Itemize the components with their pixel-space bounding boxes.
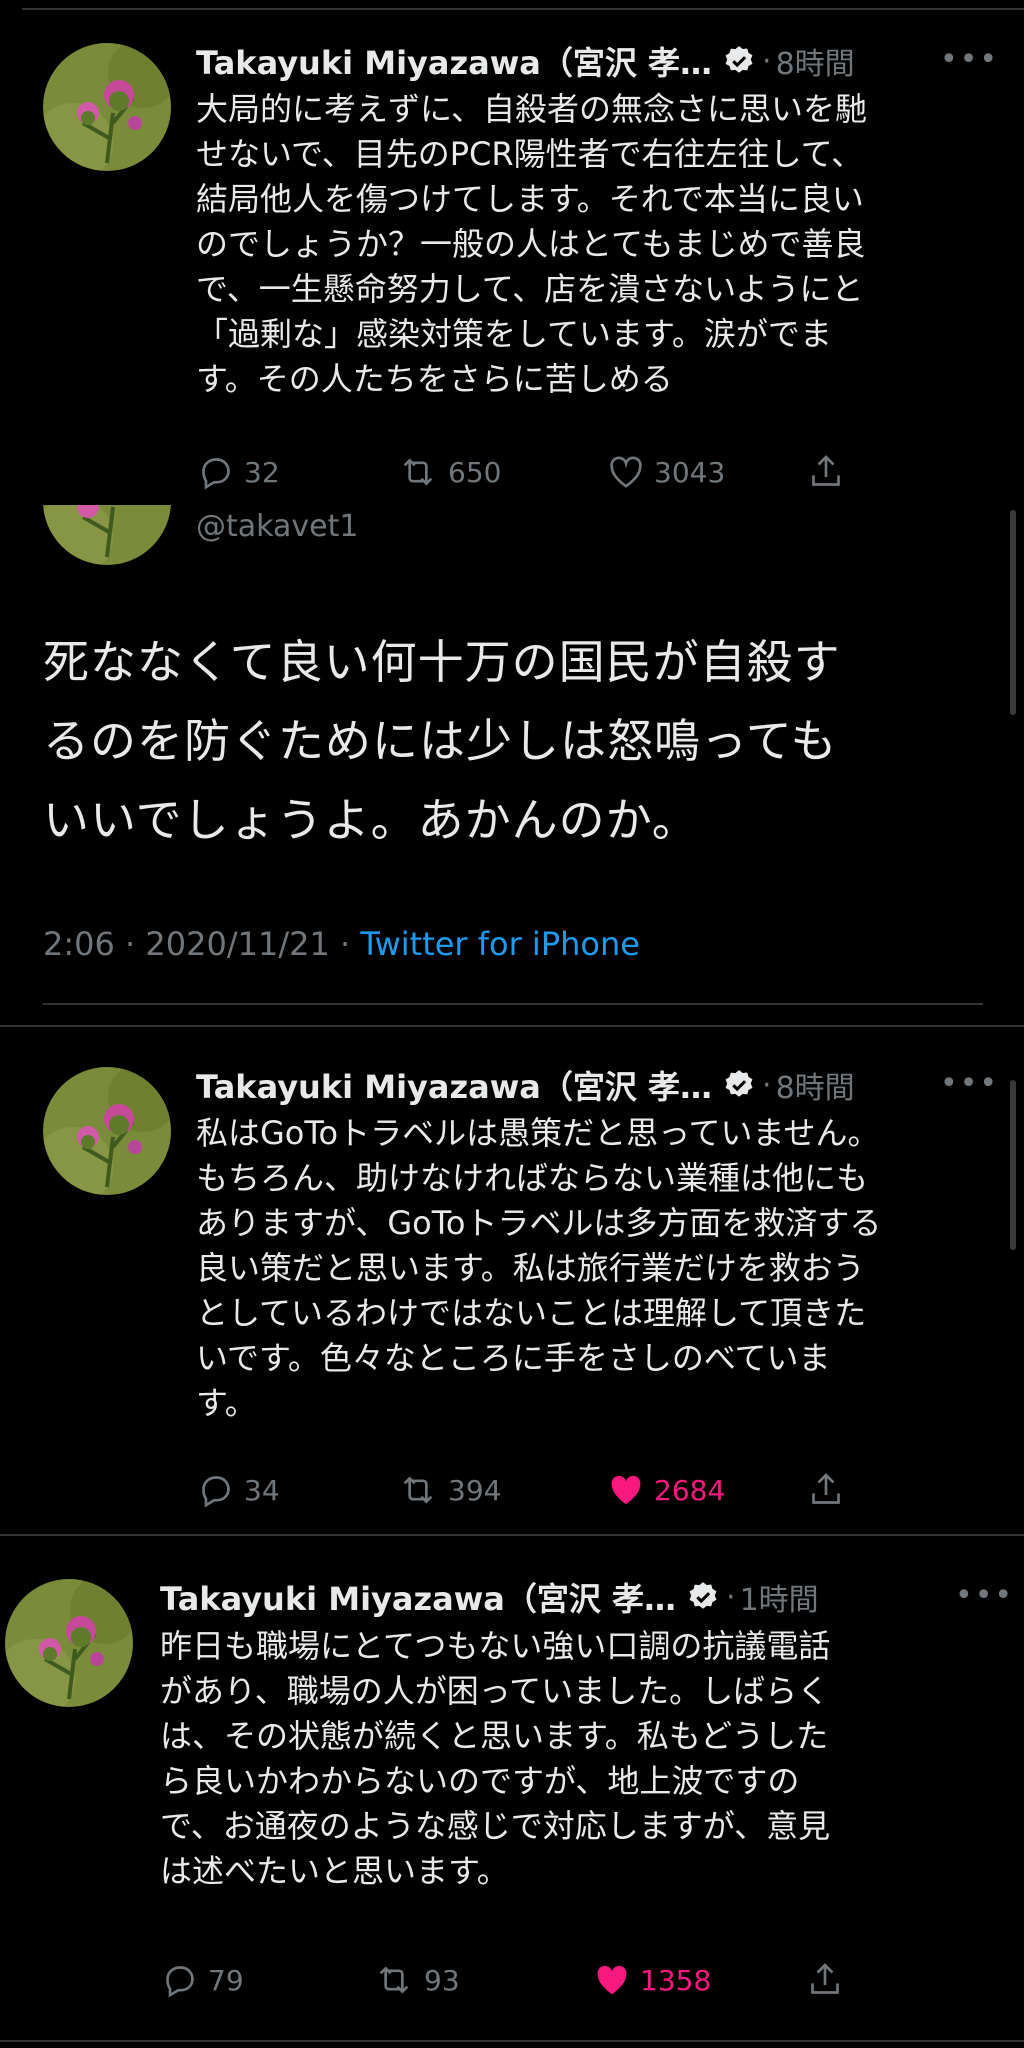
- scrollbar[interactable]: [1010, 1080, 1016, 1250]
- avatar-thistle-icon: [43, 1067, 171, 1195]
- action-bar: 34 394 2684: [196, 1465, 866, 1515]
- retweet-button[interactable]: 394: [396, 1465, 501, 1515]
- timestamp: 2:06 · 2020/11/21 ·: [43, 925, 361, 963]
- share-icon: [812, 1473, 840, 1504]
- reply-button[interactable]: 34: [196, 1465, 280, 1515]
- more-options-icon[interactable]: •••: [940, 1066, 999, 1101]
- like-icon: [597, 1965, 627, 1995]
- like-icon: [611, 1475, 641, 1505]
- tweet-time[interactable]: 8時間: [776, 1063, 855, 1107]
- like-button[interactable]: 2684: [606, 1465, 725, 1515]
- share-button[interactable]: [806, 447, 854, 497]
- avatar[interactable]: [5, 1579, 133, 1707]
- tweet-time[interactable]: 8時間: [776, 39, 855, 83]
- tweet-meta: 2:06 · 2020/11/21 · Twitter for iPhone: [43, 925, 640, 963]
- avatar[interactable]: [43, 1067, 171, 1195]
- tweet-text: 私はGoToトラベルは愚策だと思っていません。 もちろん、助けなければならない業…: [196, 1114, 882, 1422]
- source-link[interactable]: Twitter for iPhone: [360, 925, 640, 963]
- reply-count: 79: [208, 1963, 244, 1997]
- retweet-button[interactable]: 650: [396, 447, 501, 497]
- share-icon: [812, 455, 840, 486]
- reply-count: 32: [244, 455, 280, 489]
- tweet-time[interactable]: 1時間: [740, 1575, 819, 1619]
- share-button[interactable]: [805, 1955, 853, 2005]
- separator: [22, 8, 1024, 10]
- retweet-count: 93: [424, 1963, 460, 1997]
- scrollbar[interactable]: [1010, 510, 1016, 715]
- tweet-text: 大局的に考えずに、自殺者の無念さに思いを馳 せないで、目先のPCR陽性者で右往左…: [196, 90, 868, 398]
- share-icon: [811, 1963, 839, 1994]
- tweet-text: 昨日も職場にとてつもない強い口調の抗議電話 があり、職場の人が困っていました。し…: [160, 1627, 831, 1890]
- reply-button[interactable]: 32: [196, 447, 280, 497]
- action-bar: 79 93 1358: [160, 1955, 860, 2005]
- more-options-icon[interactable]: •••: [955, 1578, 1014, 1613]
- separator: [0, 1025, 1024, 1027]
- like-count: 1358: [640, 1963, 712, 1997]
- avatar[interactable]: [43, 43, 171, 171]
- retweet-count: 394: [448, 1473, 502, 1507]
- reply-icon: [166, 1966, 194, 1998]
- share-button[interactable]: [806, 1465, 854, 1515]
- retweet-button[interactable]: 93: [372, 1955, 460, 2005]
- verified-badge-icon: [689, 1582, 717, 1609]
- author-name[interactable]: Takayuki Miyazawa（宮沢 孝…: [160, 1574, 676, 1620]
- avatar-thistle-icon: [43, 505, 171, 565]
- reply-icon: [202, 1476, 230, 1508]
- separator-dot: ·: [762, 43, 772, 79]
- retweet-icon: [403, 458, 433, 486]
- reply-button[interactable]: 79: [160, 1955, 244, 2005]
- reply-icon: [202, 458, 230, 490]
- like-icon: [610, 456, 642, 488]
- retweet-icon: [379, 1966, 409, 1994]
- like-button[interactable]: 1358: [592, 1955, 711, 2005]
- separator: [43, 1003, 983, 1005]
- retweet-count: 650: [448, 455, 502, 489]
- like-count: 2684: [654, 1473, 726, 1507]
- tweet-header: Takayuki Miyazawa（宮沢 孝… · 1時間: [160, 1572, 819, 1622]
- avatar-partial[interactable]: [43, 505, 171, 565]
- avatar-thistle-icon: [5, 1579, 133, 1707]
- tweet-2[interactable]: Takayuki Miyazawa（宮沢 孝… · 8時間 ••• 私はGoTo…: [0, 1025, 1024, 1534]
- tweet-1[interactable]: Takayuki Miyazawa（宮沢 孝… · 8時間 ••• 大局的に考え…: [0, 0, 1024, 505]
- handle[interactable]: @takavet1: [196, 509, 358, 544]
- tweet-header: Takayuki Miyazawa（宮沢 孝… · 8時間: [196, 36, 855, 86]
- focused-tweet: @takavet1 死ななくて良い何十万の国民が自殺す るのを防ぐためには少しは…: [0, 505, 1024, 1025]
- tweet-header: Takayuki Miyazawa（宮沢 孝… · 8時間: [196, 1060, 855, 1110]
- avatar-thistle-icon: [43, 43, 171, 171]
- like-count: 3043: [654, 455, 726, 489]
- separator: [0, 2040, 1024, 2042]
- focused-tweet-text: 死ななくて良い何十万の国民が自殺す るのを防ぐためには少しは怒鳴っても いいでし…: [43, 635, 841, 847]
- separator-dot: ·: [762, 1067, 772, 1103]
- verified-badge-icon: [725, 1070, 753, 1097]
- retweet-icon: [403, 1476, 433, 1504]
- action-bar: 32 650 3043: [196, 447, 866, 497]
- author-name[interactable]: Takayuki Miyazawa（宮沢 孝…: [196, 1062, 712, 1108]
- more-options-icon[interactable]: •••: [940, 42, 999, 77]
- reply-count: 34: [244, 1473, 280, 1507]
- separator-dot: ·: [726, 1579, 736, 1615]
- author-name[interactable]: Takayuki Miyazawa（宮沢 孝…: [196, 38, 712, 84]
- verified-badge-icon: [725, 46, 753, 73]
- separator: [0, 1534, 1024, 1536]
- like-button[interactable]: 3043: [606, 447, 725, 497]
- tweet-3[interactable]: Takayuki Miyazawa（宮沢 孝… · 1時間 ••• 昨日も職場に…: [0, 1534, 1024, 2048]
